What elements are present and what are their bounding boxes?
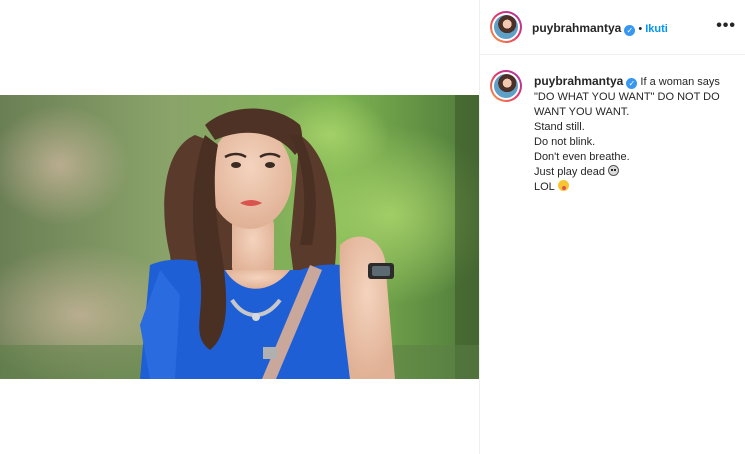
header-user-line: puybrahmantya ✓ • Ikuti: [532, 19, 668, 37]
username-link[interactable]: puybrahmantya: [532, 21, 621, 35]
skull-emoji-icon: [607, 165, 619, 176]
separator-dot: •: [638, 23, 643, 35]
caption-line: "DO WHAT YOU WANT" DO NOT DO: [534, 91, 720, 103]
post-header: puybrahmantya ✓ • Ikuti •••: [480, 0, 745, 55]
post-sidebar: puybrahmantya ✓ • Ikuti ••• puybrahmantya ✓ …: [479, 0, 745, 454]
more-options-icon[interactable]: •••: [716, 17, 736, 35]
caption-line: Stand still.: [534, 121, 585, 133]
crazy-face-emoji-icon: [557, 180, 569, 191]
caption-first-line: puybrahmantya ✓ If a woman says: [534, 74, 734, 90]
caption-line-with-emoji: LOL: [534, 180, 734, 195]
caption-line: Don't even breathe.: [534, 151, 630, 163]
avatar[interactable]: [490, 11, 522, 43]
caption-line: Do not blink.: [534, 136, 596, 148]
caption-line-with-emoji: Just play dead: [534, 165, 734, 180]
avatar-image: [494, 74, 518, 98]
caption-username-link[interactable]: puybrahmantya: [534, 74, 623, 88]
caption-avatar[interactable]: [490, 70, 522, 102]
follow-button[interactable]: Ikuti: [645, 23, 668, 35]
verified-badge-icon: ✓: [626, 78, 638, 89]
verified-badge-icon: ✓: [624, 25, 636, 36]
post-photo[interactable]: [0, 95, 479, 379]
avatar-image: [494, 15, 518, 39]
caption-line: If a woman says: [640, 76, 720, 88]
media-pane: [0, 0, 479, 454]
caption-line: WANT YOU WANT.: [534, 106, 630, 118]
caption-line: Just play dead: [534, 166, 605, 178]
post-image: [0, 95, 479, 379]
caption-line: LOL: [534, 181, 555, 193]
caption: puybrahmantya ✓ If a woman says "DO WHAT …: [534, 74, 734, 195]
